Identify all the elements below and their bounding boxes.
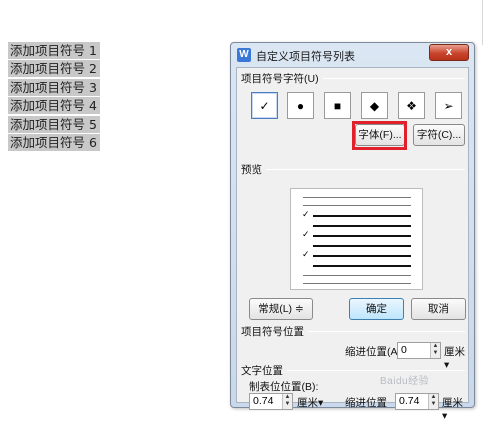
arrowhead-icon: ➢ bbox=[443, 98, 454, 113]
preview-line bbox=[303, 283, 411, 284]
bullet-section-label: 项目符号字符(U) bbox=[241, 71, 323, 86]
text-position-label: 文字位置 bbox=[241, 363, 287, 378]
square-icon: ■ bbox=[333, 98, 342, 113]
check-icon: ✓ bbox=[302, 209, 310, 219]
bullet-square-button[interactable]: ■ bbox=[324, 92, 351, 119]
tab-unit-dropdown[interactable]: 厘米▾ bbox=[297, 395, 323, 410]
preview-line bbox=[313, 215, 411, 217]
bullet-diamond-button[interactable]: ◆ bbox=[361, 92, 388, 119]
watermark-logo: Baidu经验 bbox=[380, 376, 430, 387]
spinner-arrows-icon[interactable]: ▲ ▼ bbox=[282, 394, 292, 409]
preview-line bbox=[303, 275, 411, 276]
list-item: 添加项目符号 4 bbox=[8, 97, 100, 114]
bullet-position-label: 项目符号位置 bbox=[241, 324, 308, 339]
preview-line bbox=[313, 265, 411, 267]
preview-label: 预览 bbox=[241, 162, 266, 177]
wps-app-icon: W bbox=[237, 48, 251, 62]
four-diamond-icon: ❖ bbox=[406, 98, 417, 113]
check-icon: ✓ bbox=[302, 249, 310, 259]
list-item: 添加项目符号 1 bbox=[8, 42, 100, 59]
text-indent-spinner[interactable]: 0.74 ▲ ▼ bbox=[395, 393, 439, 410]
divider bbox=[243, 169, 465, 170]
tab-position-label: 制表位位置(B): bbox=[249, 381, 319, 393]
list-item: 添加项目符号 5 bbox=[8, 116, 100, 133]
check-icon: ✓ bbox=[302, 229, 310, 239]
indent-value: 0 bbox=[401, 344, 407, 356]
list-item: 添加项目符号 3 bbox=[8, 79, 100, 96]
bullet-list-dialog: W 自定义项目符号列表 x 项目符号字符(U) ✓ ● ■ ◆ ❖ ➢ 字体(F… bbox=[230, 42, 475, 422]
page-margin-line bbox=[482, 0, 483, 45]
preview-line bbox=[313, 255, 411, 257]
preview-line bbox=[303, 197, 411, 198]
preview-line bbox=[313, 235, 411, 237]
spinner-arrows-icon[interactable]: ▲ ▼ bbox=[428, 394, 438, 409]
bullet-arrowhead-button[interactable]: ➢ bbox=[435, 92, 462, 119]
bullet-four-diamond-button[interactable]: ❖ bbox=[398, 92, 425, 119]
spinner-arrows-icon[interactable]: ▲ ▼ bbox=[430, 343, 440, 358]
text-indent-value: 0.74 bbox=[399, 395, 420, 407]
list-item: 添加项目符号 2 bbox=[8, 60, 100, 77]
indent-unit-dropdown[interactable]: 厘米▾ bbox=[444, 344, 468, 371]
character-button[interactable]: 字符(C)... bbox=[413, 124, 465, 146]
text-indent-unit-dropdown[interactable]: 厘米▾ bbox=[442, 395, 468, 422]
tab-position-value: 0.74 bbox=[253, 395, 274, 407]
annotation-highlight-box bbox=[352, 121, 407, 150]
normal-dropdown-button[interactable]: 常规(L) ≑ bbox=[249, 298, 313, 320]
text-indent-label: 缩进位置 bbox=[345, 397, 387, 409]
dialog-client-area: 项目符号字符(U) ✓ ● ■ ◆ ❖ ➢ 字体(F)... 字符(C)... … bbox=[236, 67, 469, 422]
dialog-titlebar[interactable]: W 自定义项目符号列表 x bbox=[231, 43, 474, 67]
dialog-title: 自定义项目符号列表 bbox=[256, 51, 355, 63]
indent-spinner[interactable]: 0 ▲ ▼ bbox=[397, 342, 441, 359]
dot-icon: ● bbox=[296, 98, 305, 113]
ok-button[interactable]: 确定 bbox=[349, 298, 404, 320]
preview-line bbox=[313, 225, 411, 227]
tab-position-spinner[interactable]: 0.74 ▲ ▼ bbox=[249, 393, 293, 410]
check-icon: ✓ bbox=[259, 98, 270, 113]
preview-line bbox=[313, 245, 411, 247]
preview-pane: ✓ ✓ ✓ bbox=[290, 188, 423, 290]
indent-label: 缩进位置(A): bbox=[345, 346, 404, 358]
list-item: 添加项目符号 6 bbox=[8, 134, 100, 151]
bullet-dot-button[interactable]: ● bbox=[287, 92, 314, 119]
bullet-check-button[interactable]: ✓ bbox=[251, 92, 278, 119]
preview-line bbox=[303, 205, 411, 206]
close-button[interactable]: x bbox=[429, 44, 469, 61]
diamond-icon: ◆ bbox=[369, 98, 380, 113]
cancel-button[interactable]: 取消 bbox=[411, 298, 466, 320]
